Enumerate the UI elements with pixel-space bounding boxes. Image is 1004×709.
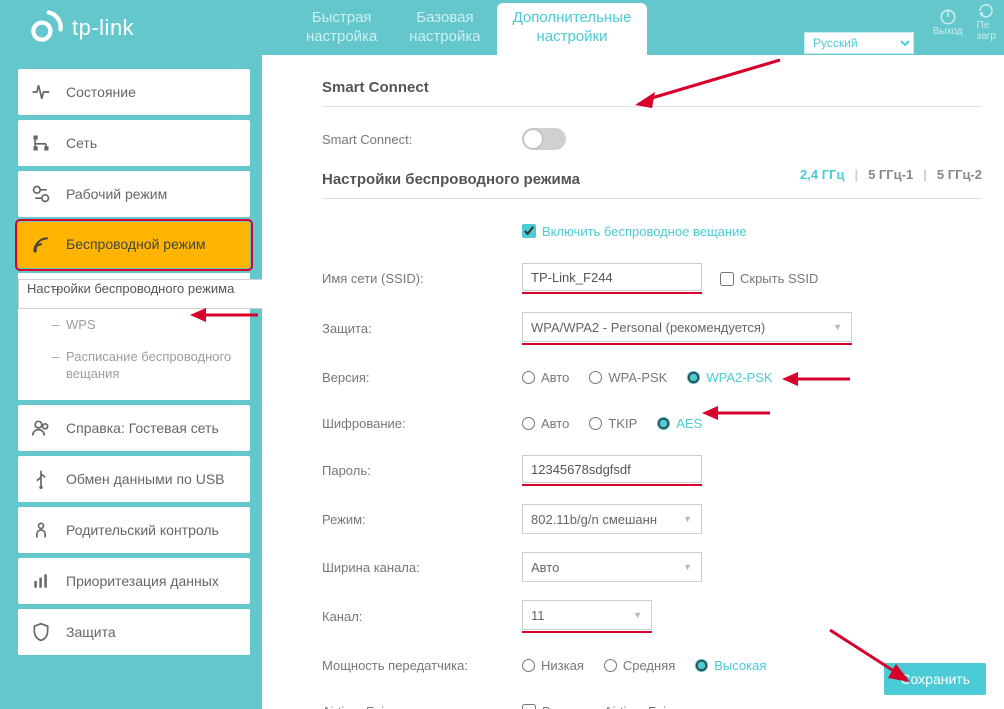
save-button[interactable]: Сохранить <box>884 663 986 695</box>
sidebar-item-usb[interactable]: Обмен данными по USB <box>18 456 250 502</box>
sidebar: Состояние Сеть Рабочий режим Беспроводно… <box>0 55 250 709</box>
smart-connect-toggle[interactable] <box>522 128 566 150</box>
version-label: Версия: <box>322 370 522 385</box>
cipher-radio-group: Авто TKIP AES <box>522 416 702 431</box>
cipher-label: Шифрование: <box>322 416 522 431</box>
version-radio-group: Авто WPA-PSK WPA2-PSK <box>522 370 773 385</box>
airtime-label: Airtime Fairness: <box>322 704 522 709</box>
width-label: Ширина канала: <box>322 560 522 575</box>
enable-wireless-checkbox[interactable]: Включить беспроводное вещание <box>522 224 747 239</box>
sidebar-item-parental[interactable]: Родительский контроль <box>18 507 250 553</box>
band-tab-51[interactable]: 5 ГГц-1 <box>868 167 913 182</box>
sidebar-label: Справка: Гостевая сеть <box>66 420 219 436</box>
width-select[interactable]: Авто <box>522 552 702 582</box>
sidebar-sub-wps[interactable]: WPS <box>18 309 250 341</box>
wireless-settings-title: Настройки беспроводного режима 2,4 ГГц |… <box>322 171 982 199</box>
txpower-radio-group: Низкая Средняя Высокая <box>522 658 766 673</box>
version-wpa2[interactable]: WPA2-PSK <box>687 370 772 385</box>
language-select[interactable]: Русский <box>804 32 914 54</box>
txpower-high[interactable]: Высокая <box>695 658 766 673</box>
content-pane: Smart Connect Smart Connect: Настройки б… <box>262 55 1004 709</box>
smart-connect-title: Smart Connect <box>322 79 982 107</box>
language-select-wrap: Русский <box>804 32 914 54</box>
sidebar-wireless-submenu: Настройки беспроводного режима WPS Распи… <box>18 273 250 400</box>
sidebar-label: Беспроводной режим <box>66 236 206 254</box>
sidebar-label: Защита <box>66 624 116 640</box>
cipher-auto[interactable]: Авто <box>522 416 569 431</box>
tab-advanced-setup[interactable]: Дополнительные настройки <box>497 3 648 57</box>
sidebar-item-wireless[interactable]: Беспроводной режим <box>18 222 250 268</box>
txpower-label: Мощность передатчика: <box>322 658 522 673</box>
wifi-icon <box>30 234 52 256</box>
main-tabs: Быстрая настройка Базовая настройка Допо… <box>290 3 647 57</box>
hide-ssid-checkbox[interactable]: Скрыть SSID <box>720 271 818 286</box>
sidebar-label: Состояние <box>66 84 136 100</box>
parental-icon <box>30 519 52 541</box>
airtime-checkbox[interactable]: Включить Airtime Fairness <box>522 704 698 709</box>
sidebar-label: Родительский контроль <box>66 522 219 538</box>
ssid-label: Имя сети (SSID): <box>322 271 522 286</box>
sidebar-sub-schedule[interactable]: Расписание беспроводного вещания <box>18 341 250 390</box>
top-right-controls: Выход Пе загр <box>933 2 996 42</box>
txpower-low[interactable]: Низкая <box>522 658 584 673</box>
cipher-aes[interactable]: AES <box>657 416 702 431</box>
pulse-icon <box>30 81 52 103</box>
sidebar-label: Рабочий режим <box>66 186 167 202</box>
channel-select[interactable]: 11 <box>522 600 652 630</box>
logout-button[interactable]: Выход <box>933 8 963 37</box>
tplink-logo-icon <box>30 9 64 46</box>
sidebar-label: Приоритезация данных <box>66 573 219 589</box>
usb-icon <box>30 468 52 490</box>
sidebar-item-security[interactable]: Защита <box>18 609 250 655</box>
security-label: Защита: <box>322 321 522 336</box>
version-wpa[interactable]: WPA-PSK <box>589 370 667 385</box>
mode-select[interactable]: 802.11b/g/n смешанн <box>522 504 702 534</box>
shield-icon <box>30 621 52 643</box>
version-auto[interactable]: Авто <box>522 370 569 385</box>
sidebar-item-network[interactable]: Сеть <box>18 120 250 166</box>
band-tab-52[interactable]: 5 ГГц-2 <box>937 167 982 182</box>
cipher-tkip[interactable]: TKIP <box>589 416 637 431</box>
sidebar-item-qos[interactable]: Приоритезация данных <box>18 558 250 604</box>
tab-quick-setup[interactable]: Быстрая настройка <box>290 3 393 57</box>
tab-basic-setup[interactable]: Базовая настройка <box>393 3 496 57</box>
password-label: Пароль: <box>322 463 522 478</box>
sidebar-label: Сеть <box>66 135 97 151</box>
txpower-mid[interactable]: Средняя <box>604 658 675 673</box>
brand-text: tp-link <box>72 15 134 41</box>
topbar: tp-link Быстрая настройка Базовая настро… <box>0 0 1004 55</box>
network-icon <box>30 132 52 154</box>
sidebar-item-guest[interactable]: Справка: Гостевая сеть <box>18 405 250 451</box>
channel-label: Канал: <box>322 609 522 624</box>
logout-label: Выход <box>933 26 963 37</box>
mode-label: Режим: <box>322 512 522 527</box>
reload-button[interactable]: Пе загр <box>977 2 996 42</box>
brand-logo: tp-link <box>30 9 134 46</box>
band-tab-24[interactable]: 2,4 ГГц <box>800 167 844 182</box>
reload-label: Пе загр <box>977 20 996 42</box>
smart-connect-label: Smart Connect: <box>322 132 522 147</box>
sidebar-label: Обмен данными по USB <box>66 471 225 487</box>
password-input[interactable] <box>522 455 702 483</box>
sidebar-item-mode[interactable]: Рабочий режим <box>18 171 250 217</box>
ssid-input[interactable] <box>522 263 702 291</box>
qos-icon <box>30 570 52 592</box>
sidebar-item-status[interactable]: Состояние <box>18 69 250 115</box>
guest-icon <box>30 417 52 439</box>
security-select[interactable]: WPA/WPA2 - Personal (рекомендуется) <box>522 312 852 342</box>
switch-icon <box>30 183 52 205</box>
